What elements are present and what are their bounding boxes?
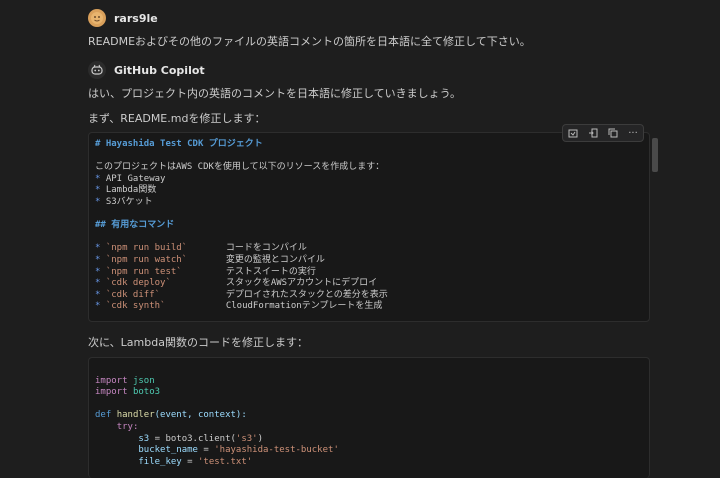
code-line-s3: s3 = boto3.client('s3') xyxy=(138,433,264,444)
code-line-try: try: xyxy=(116,421,139,432)
code-line-key: file_key = 'test.txt' xyxy=(138,456,253,467)
user-message-text: READMEおよびその他のファイルの英語コメントの箇所を日本語に全て修正して下さ… xyxy=(88,35,531,48)
code-line-command: * `cdk synth` CloudFormationテンプレートを生成 xyxy=(95,301,383,312)
readme-intro-text: まず、README.mdを修正します： xyxy=(88,112,266,125)
insert-at-cursor-button[interactable] xyxy=(585,126,601,140)
copilot-message-header: GitHub Copilot xyxy=(88,61,205,79)
user-name: rars9le xyxy=(114,11,158,25)
user-message-header: rars9le xyxy=(88,9,158,27)
code-line-bullet: * API Gateway xyxy=(95,173,166,184)
more-actions-button[interactable]: ··· xyxy=(625,126,641,140)
code-block-toolbar: ··· xyxy=(562,124,644,142)
code-line-title: # Hayashida Test CDK プロジェクト xyxy=(95,139,263,149)
code-line-command: * `npm run build` コードをコンパイル xyxy=(95,243,307,254)
code-line-command: * `npm run test` テストスイートの実行 xyxy=(95,266,316,277)
more-icon: ··· xyxy=(628,127,638,139)
code-line-bucket: bucket_name = 'hayashida-test-bucket' xyxy=(138,445,339,456)
code-line-command: * `cdk deploy` スタックをAWSアカウントにデプロイ xyxy=(95,278,378,289)
user-avatar-icon xyxy=(91,12,103,24)
copilot-icon xyxy=(91,64,103,75)
copilot-intro-text: はい、プロジェクト内の英語のコメントを日本語に修正していきましょう。 xyxy=(88,87,462,100)
code-line-desc: このプロジェクトはAWS CDKを使用して以下のリソースを作成します： xyxy=(95,162,385,173)
code-line-def: def handler(event, context): xyxy=(95,410,247,421)
copilot-avatar xyxy=(88,61,106,79)
lambda-intro-text: 次に、Lambda関数のコードを修正します： xyxy=(88,336,308,349)
code-line-import: import boto3 xyxy=(95,387,161,398)
code-line-command: * `npm run watch` 変更の監視とコンパイル xyxy=(95,254,325,265)
copy-button[interactable] xyxy=(605,126,621,140)
code-line-bullet: * Lambda関数 xyxy=(95,185,157,196)
copilot-name: GitHub Copilot xyxy=(114,63,205,77)
code-line-cmd-heading: ## 有用なコマンド xyxy=(95,220,175,231)
readme-code-block[interactable]: # Hayashida Test CDK プロジェクト このプロジェクトはAWS… xyxy=(88,132,650,322)
lambda-code-block[interactable]: import json import boto3 def handler(eve… xyxy=(88,357,650,478)
code-line-command: * `cdk diff` デプロイされたスタックとの差分を表示 xyxy=(95,289,388,300)
apply-icon xyxy=(568,129,578,138)
user-avatar xyxy=(88,9,106,27)
code-block-scrollbar[interactable] xyxy=(652,138,658,172)
copy-icon xyxy=(608,128,618,138)
insert-icon xyxy=(589,128,598,138)
code-line-import: import json xyxy=(95,375,155,386)
apply-in-editor-button[interactable] xyxy=(565,126,581,140)
code-line-bullet: * S3バケット xyxy=(95,196,153,207)
